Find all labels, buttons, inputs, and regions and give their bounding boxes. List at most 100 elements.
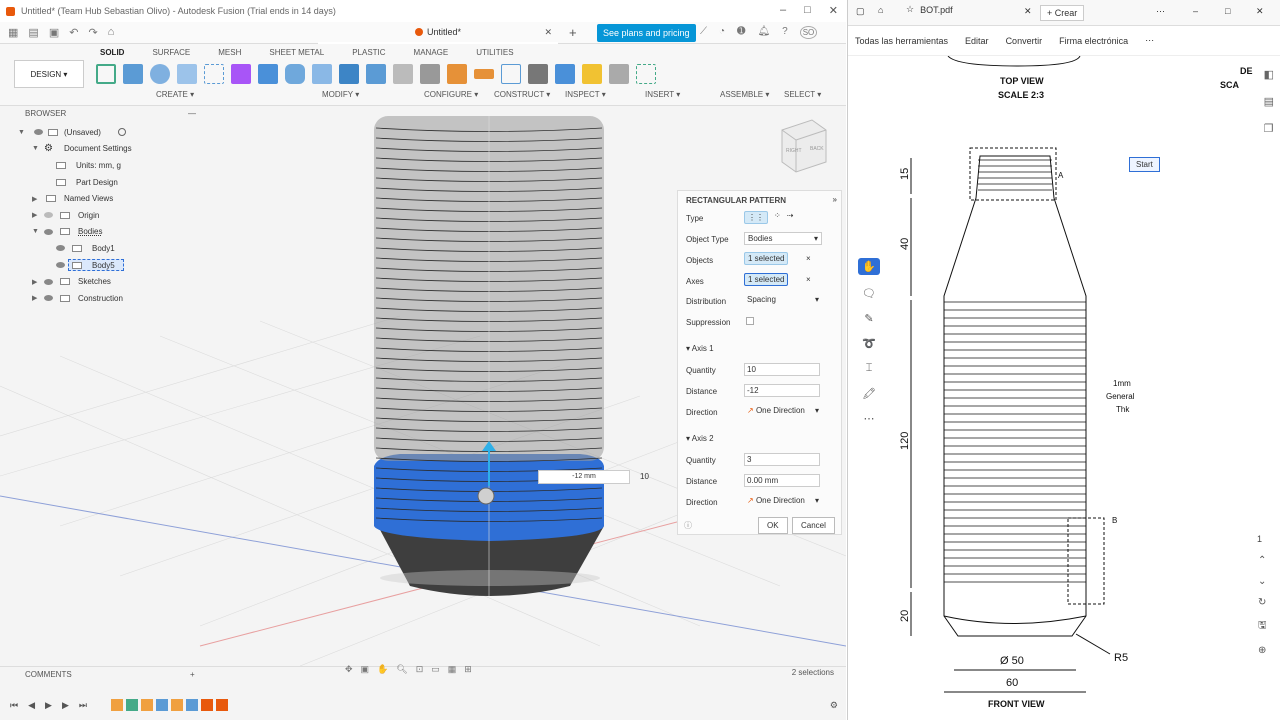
menu-convert[interactable]: Convertir xyxy=(1006,36,1043,46)
type-path-icon[interactable]: ⇢ xyxy=(787,211,794,224)
tree-item-sketches[interactable]: ▶ Sketches xyxy=(0,273,210,290)
timeline-feature-icon[interactable] xyxy=(185,699,198,711)
undo-icon[interactable]: ↶ xyxy=(69,26,78,39)
minimize-icon[interactable]: – xyxy=(780,4,786,17)
step-forward-icon[interactable]: ▶ xyxy=(62,700,69,711)
shell-icon[interactable] xyxy=(312,64,332,84)
suppression-checkbox[interactable] xyxy=(746,317,754,325)
tree-item-units[interactable]: Units: mm, g xyxy=(0,157,210,174)
type-rectangular-icon[interactable]: ⋮⋮ xyxy=(744,211,768,224)
menu-all-tools[interactable]: Todas las herramientas xyxy=(855,36,948,46)
more-icon[interactable]: ⋯ xyxy=(1156,6,1165,17)
tree-item-body5[interactable]: Body5 xyxy=(0,257,210,274)
insert-menu[interactable]: INSERT ▾ xyxy=(645,90,680,99)
new-tab-icon[interactable]: + xyxy=(569,25,577,40)
tree-item-construction[interactable]: ▶ Construction xyxy=(0,290,210,307)
home-icon[interactable]: ⌂ xyxy=(878,5,883,15)
tree-item-origin[interactable]: ▶ Origin xyxy=(0,207,210,224)
parameters-icon[interactable] xyxy=(393,64,413,84)
axis2-section[interactable]: ▾ Axis 2 xyxy=(686,434,714,443)
close-tab-icon[interactable]: ✕ xyxy=(1024,6,1032,17)
help-icon[interactable]: ? xyxy=(782,26,788,39)
home-icon[interactable]: ⌂ xyxy=(108,26,115,39)
timeline-feature-icon[interactable] xyxy=(155,699,168,711)
press-pull-icon[interactable] xyxy=(258,64,278,84)
pattern-icon[interactable] xyxy=(204,64,224,84)
create-form-icon[interactable] xyxy=(231,64,251,84)
grid-settings-icon[interactable]: ▦ xyxy=(448,664,457,675)
object-type-select[interactable]: Bodies ▾ xyxy=(744,232,822,245)
new-component-icon[interactable] xyxy=(609,64,629,84)
page-up-icon[interactable]: ⌃ xyxy=(1258,555,1267,566)
maximize-icon[interactable]: □ xyxy=(804,4,811,17)
clear-axes-icon[interactable]: × xyxy=(806,275,811,284)
clear-objects-icon[interactable]: × xyxy=(806,254,811,263)
axis1-direction-select[interactable]: ↗ One Direction ▾ xyxy=(744,405,822,416)
tree-item-bodies[interactable]: ▼ Bodies xyxy=(0,224,210,241)
tab-plastic[interactable]: PLASTIC xyxy=(352,48,385,57)
offset-plane-icon[interactable] xyxy=(447,64,467,84)
modify-menu[interactable]: MODIFY ▾ xyxy=(322,90,359,99)
add-comment-icon[interactable]: + xyxy=(190,667,195,683)
pdf-page[interactable]: TOP VIEW SCALE 2:3 15 40 120 20 1mm Gene… xyxy=(848,56,1280,720)
visibility-icon[interactable] xyxy=(44,278,53,285)
select-icon[interactable] xyxy=(636,64,656,84)
maximize-icon[interactable]: □ xyxy=(1225,6,1230,16)
visibility-icon[interactable] xyxy=(44,228,53,235)
timeline-feature-icon[interactable] xyxy=(215,699,228,711)
start-button[interactable]: Start xyxy=(1129,157,1160,172)
ok-button[interactable]: OK xyxy=(758,517,788,534)
info-icon[interactable]: ⓘ xyxy=(684,520,692,531)
combine-icon[interactable] xyxy=(339,64,359,84)
timeline-settings-icon[interactable]: ⚙ xyxy=(830,700,838,711)
see-plans-button[interactable]: See plans and pricing xyxy=(597,24,696,42)
text-select-icon[interactable]: ⌶ xyxy=(866,362,873,375)
redo-icon[interactable]: ↷ xyxy=(88,26,97,39)
new-sketch-icon[interactable] xyxy=(96,64,116,84)
distribution-select[interactable]: Spacing ▾ xyxy=(744,294,822,305)
job-status-icon[interactable]: ◔ xyxy=(719,26,725,39)
tab-surface[interactable]: SURFACE xyxy=(152,48,190,57)
play-icon[interactable]: ▶ xyxy=(45,700,52,711)
axes-selection[interactable]: 1 selected xyxy=(744,273,789,286)
create-menu[interactable]: CREATE ▾ xyxy=(156,90,194,99)
zoom-in-icon[interactable]: ⊕ xyxy=(1258,645,1267,656)
visibility-icon[interactable] xyxy=(56,262,65,269)
lasso-icon[interactable]: ➰ xyxy=(862,337,876,350)
configure-menu[interactable]: CONFIGURE ▾ xyxy=(424,90,478,99)
visibility-icon[interactable] xyxy=(44,212,53,219)
extrude-icon[interactable] xyxy=(123,64,143,84)
tab-solid[interactable]: SOLID xyxy=(100,48,124,57)
menu-more-icon[interactable]: ⋯ xyxy=(1145,35,1154,46)
save-icon[interactable]: ▣ xyxy=(49,26,59,39)
grid-icon[interactable]: ▦ xyxy=(8,26,18,39)
tab-utilities[interactable]: UTILITIES xyxy=(476,48,513,57)
timeline-feature-icon[interactable] xyxy=(200,699,213,711)
file-icon[interactable]: ▤ xyxy=(28,26,38,39)
display-settings-icon[interactable]: ▭ xyxy=(431,664,440,675)
section-icon[interactable] xyxy=(501,64,521,84)
tab-actions-icon[interactable]: ▢ xyxy=(856,6,865,17)
crear-button[interactable]: + Crear xyxy=(1040,5,1085,21)
type-circular-icon[interactable]: ⁘ xyxy=(774,211,781,224)
close-icon[interactable]: ✕ xyxy=(829,4,838,17)
collapse-icon[interactable]: — xyxy=(188,106,196,122)
go-to-start-icon[interactable]: ⏮ xyxy=(10,700,18,711)
save-icon[interactable]: 🖫︎ xyxy=(1258,618,1267,635)
tree-item-part-design[interactable]: Part Design xyxy=(0,174,210,191)
insert-image-icon[interactable] xyxy=(555,64,575,84)
ai-assistant-icon[interactable]: ◧ xyxy=(1264,68,1274,81)
zoom-icon[interactable]: 🔍︎ xyxy=(396,664,407,675)
construct-menu[interactable]: CONSTRUCT ▾ xyxy=(494,90,550,99)
tab-bot-pdf[interactable]: ☆ BOT.pdf xyxy=(906,4,953,15)
objects-selection[interactable]: 1 selected xyxy=(744,252,789,265)
avatar[interactable]: SO xyxy=(799,26,818,39)
configure-icon[interactable] xyxy=(420,64,440,84)
more-tools-icon[interactable]: ⋯ xyxy=(864,412,875,425)
look-at-icon[interactable]: ▣ xyxy=(361,664,370,675)
visibility-icon[interactable] xyxy=(56,245,65,252)
cancel-button[interactable]: Cancel xyxy=(792,517,835,534)
timeline-feature-icon[interactable] xyxy=(125,699,138,711)
timeline-feature-icon[interactable] xyxy=(140,699,153,711)
star-icon[interactable]: ☆ xyxy=(906,4,914,15)
